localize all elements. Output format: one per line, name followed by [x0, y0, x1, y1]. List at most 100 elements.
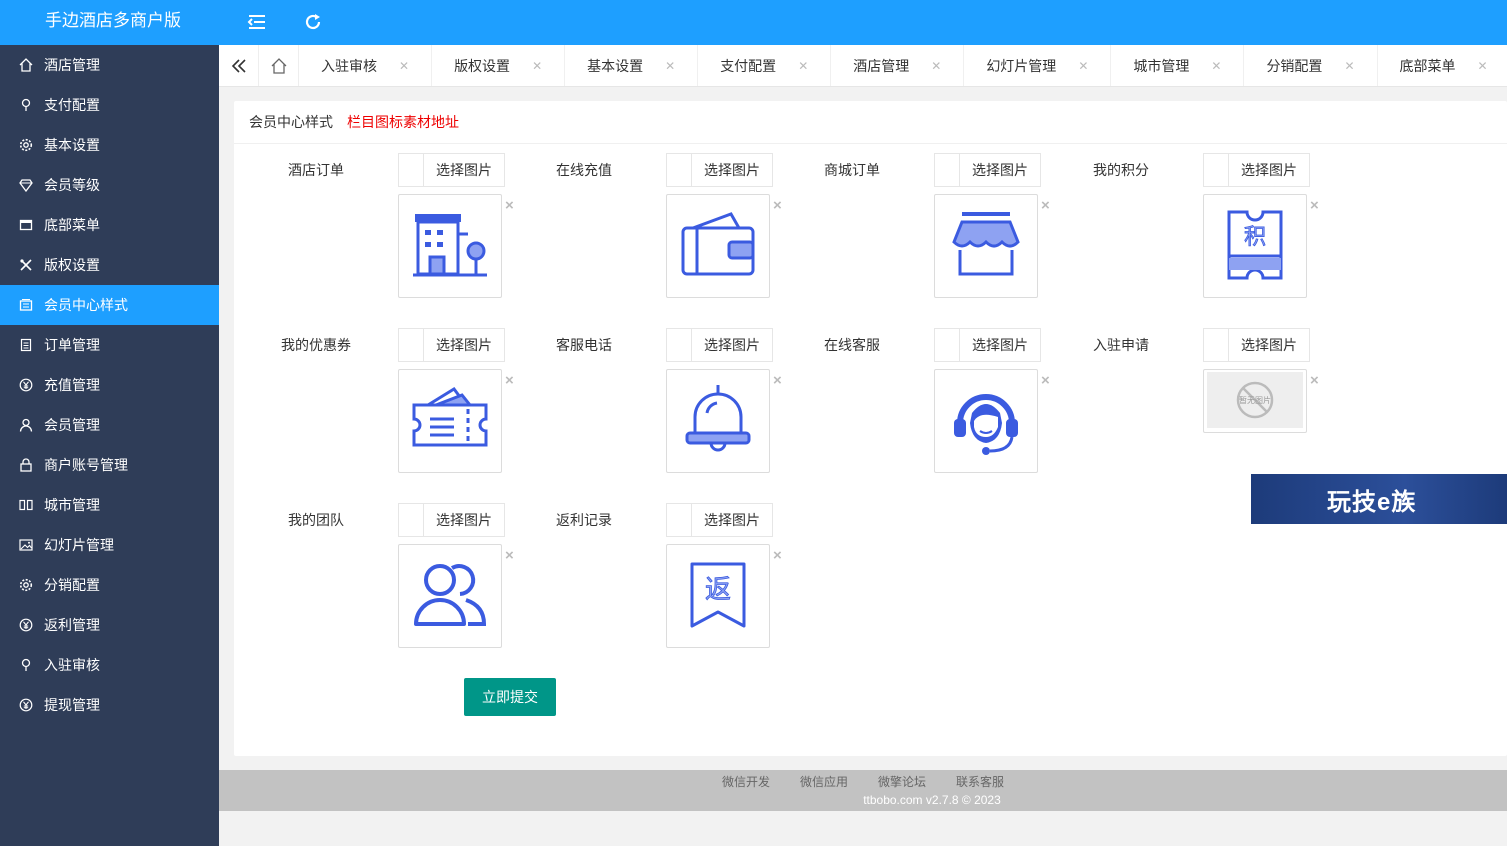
sidebar-item-label: 分销配置: [44, 577, 100, 593]
file-path-slot[interactable]: [1204, 154, 1229, 186]
template-icon: [18, 297, 34, 313]
close-icon[interactable]: ✕: [931, 59, 941, 73]
tab[interactable]: 版权设置 ✕: [432, 45, 566, 86]
card-header: 会员中心样式 栏目图标素材地址: [234, 101, 1507, 144]
file-path-slot[interactable]: [399, 329, 424, 361]
remove-image-icon[interactable]: ×: [505, 548, 514, 563]
file-path-slot[interactable]: [935, 154, 960, 186]
submit-button[interactable]: 立即提交: [464, 678, 556, 716]
field-label: 客服电话: [556, 337, 612, 353]
remove-image-icon[interactable]: ×: [505, 198, 514, 213]
image-preview: 返: [666, 544, 770, 648]
sidebar-item[interactable]: 城市管理: [0, 485, 219, 525]
footer-copyright: ttbobo.com v2.7.8 © 2023: [863, 793, 1001, 807]
footer: 微信开发 微信应用 微擎论坛 联系客服 ttbobo.com v2.7.8 © 202…: [219, 770, 1507, 811]
field-label: 在线充值: [556, 162, 612, 178]
select-image-button[interactable]: 选择图片: [934, 328, 1041, 362]
sidebar-item[interactable]: 会员等级: [0, 165, 219, 205]
select-image-button[interactable]: 选择图片: [1203, 328, 1310, 362]
close-icon[interactable]: ✕: [399, 59, 409, 73]
tabs-scroll-left-icon[interactable]: [219, 45, 259, 86]
close-icon[interactable]: ✕: [798, 59, 808, 73]
remove-image-icon[interactable]: ×: [1041, 198, 1050, 213]
sidebar-item-label: 订单管理: [44, 337, 100, 353]
remove-image-icon[interactable]: ×: [1310, 373, 1319, 388]
tab[interactable]: 基本设置 ✕: [565, 45, 699, 86]
wallet-icon: [679, 210, 757, 283]
sidebar-item[interactable]: 酒店管理: [0, 45, 219, 85]
footer-link[interactable]: 微信应用: [800, 775, 848, 789]
home-tab-icon[interactable]: [259, 45, 299, 86]
select-image-button[interactable]: 选择图片: [398, 153, 505, 187]
file-path-slot[interactable]: [667, 154, 692, 186]
sidebar-item[interactable]: 订单管理: [0, 325, 219, 365]
remove-image-icon[interactable]: ×: [1041, 373, 1050, 388]
rebate-bookmark-icon: 返: [688, 560, 748, 633]
sidebar-item[interactable]: 版权设置: [0, 245, 219, 285]
sidebar-item[interactable]: 分销配置: [0, 565, 219, 605]
remove-image-icon[interactable]: ×: [773, 198, 782, 213]
close-icon[interactable]: ✕: [532, 59, 542, 73]
footer-link[interactable]: 微信开发: [722, 775, 770, 789]
sidebar-item[interactable]: 支付配置: [0, 85, 219, 125]
close-icon[interactable]: ✕: [1078, 59, 1088, 73]
tab[interactable]: 底部菜单 ✕: [1378, 45, 1507, 86]
sidebar-item[interactable]: 幻灯片管理: [0, 525, 219, 565]
footer-link[interactable]: 微擎论坛: [878, 775, 926, 789]
sidebar-item[interactable]: 入驻审核: [0, 645, 219, 685]
footer-link[interactable]: 联系客服: [956, 775, 1004, 789]
sidebar-item[interactable]: 会员管理: [0, 405, 219, 445]
file-path-slot[interactable]: [935, 329, 960, 361]
remove-image-icon[interactable]: ×: [773, 548, 782, 563]
sidebar-item[interactable]: 基本设置: [0, 125, 219, 165]
tab-label: 底部菜单: [1399, 58, 1456, 74]
image-preview: [934, 194, 1038, 298]
remove-image-icon[interactable]: ×: [505, 373, 514, 388]
remove-image-icon[interactable]: ×: [773, 373, 782, 388]
tab[interactable]: 入驻审核 ✕: [299, 45, 433, 86]
select-image-label: 选择图片: [704, 512, 760, 528]
icon-material-link[interactable]: 栏目图标素材地址: [347, 112, 459, 132]
remove-image-icon[interactable]: ×: [1310, 198, 1319, 213]
select-image-button[interactable]: 选择图片: [398, 503, 505, 537]
file-path-slot[interactable]: [667, 504, 692, 536]
file-path-slot[interactable]: [667, 329, 692, 361]
sidebar-nav: 酒店管理 支付配置 基本设置 会员等级 底部菜单 版权设置 会员中心样式订单管理充值管理 会员…: [0, 45, 219, 725]
diamond-icon: [18, 177, 34, 193]
sidebar-item[interactable]: 充值管理: [0, 365, 219, 405]
footer-links: 微信开发 微信应用 微擎论坛 联系客服: [219, 770, 1507, 790]
file-path-slot[interactable]: [1204, 329, 1229, 361]
svg-text:积: 积: [1244, 225, 1266, 250]
tab[interactable]: 幻灯片管理 ✕: [964, 45, 1112, 86]
refresh-icon[interactable]: [303, 12, 323, 32]
sidebar-item[interactable]: 商户账号管理: [0, 445, 219, 485]
tab[interactable]: 酒店管理 ✕: [831, 45, 965, 86]
select-image-button[interactable]: 选择图片: [666, 153, 773, 187]
sidebar: 手边酒店多商户版 酒店管理 支付配置 基本设置 会员等级 底部菜单 版权设置 会员中心样式订…: [0, 0, 219, 846]
tab-label: 基本设置: [587, 58, 644, 74]
close-icon[interactable]: ✕: [1478, 59, 1488, 73]
bell-icon: [683, 383, 753, 460]
menu-toggle-icon[interactable]: [247, 12, 267, 32]
close-icon[interactable]: ✕: [665, 59, 675, 73]
select-image-button[interactable]: 选择图片: [666, 503, 773, 537]
file-path-slot[interactable]: [399, 504, 424, 536]
sidebar-item[interactable]: 会员中心样式: [0, 285, 219, 325]
image-preview: [666, 194, 770, 298]
select-image-button[interactable]: 选择图片: [398, 328, 505, 362]
sidebar-item[interactable]: 底部菜单: [0, 205, 219, 245]
sidebar-item[interactable]: 返利管理: [0, 605, 219, 645]
select-image-button[interactable]: 选择图片: [666, 328, 773, 362]
tab[interactable]: 城市管理 ✕: [1111, 45, 1245, 86]
tab[interactable]: 分销配置 ✕: [1244, 45, 1378, 86]
close-icon[interactable]: ✕: [1344, 59, 1354, 73]
tab-label: 分销配置: [1266, 58, 1323, 74]
close-icon[interactable]: ✕: [1211, 59, 1221, 73]
field-label: 商城订单: [824, 162, 880, 178]
sidebar-item[interactable]: 提现管理: [0, 685, 219, 725]
select-image-button[interactable]: 选择图片: [1203, 153, 1310, 187]
tab[interactable]: 支付配置 ✕: [698, 45, 832, 86]
sidebar-item-label: 入驻审核: [44, 657, 100, 673]
file-path-slot[interactable]: [399, 154, 424, 186]
select-image-button[interactable]: 选择图片: [934, 153, 1041, 187]
